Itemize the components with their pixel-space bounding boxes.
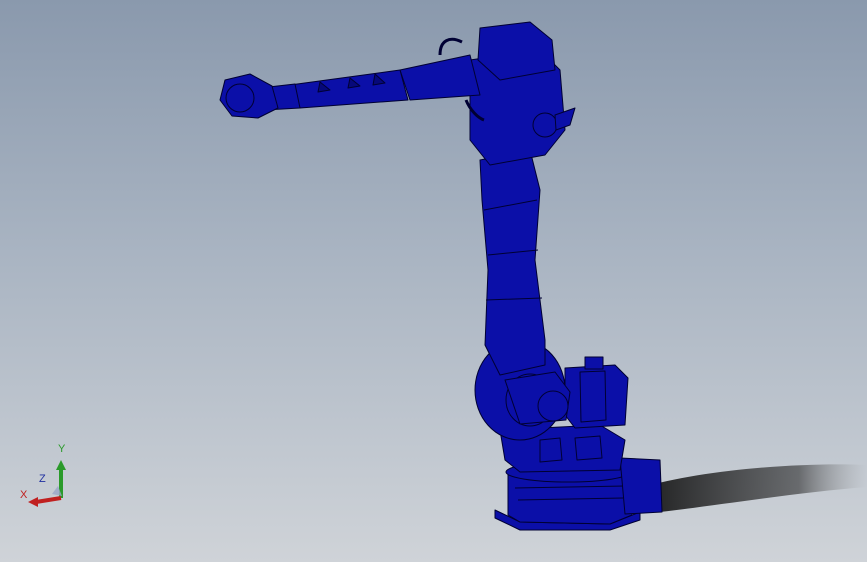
y-axis-label: Y <box>58 443 66 455</box>
robot-body <box>219 21 663 531</box>
axis-triad: Y Z X <box>18 440 78 510</box>
x-axis-label: X <box>20 489 28 501</box>
robot-arm-model[interactable] <box>0 0 867 562</box>
z-axis-label: Z <box>39 473 46 485</box>
floor-shadow <box>640 464 867 512</box>
graphics-viewport[interactable]: Y Z X <box>0 0 867 562</box>
